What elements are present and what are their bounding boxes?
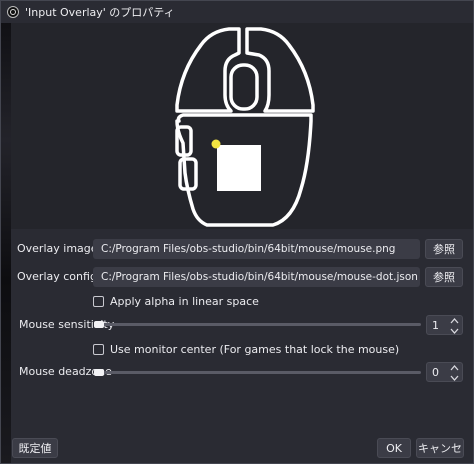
- mouse-wheel-outline: [229, 63, 259, 111]
- monitor-center-option[interactable]: Use monitor center (For games that lock …: [93, 343, 399, 356]
- overlay-config-browse-button[interactable]: 参照: [425, 267, 463, 287]
- mouse-sensitivity-spinbox[interactable]: 1: [426, 315, 463, 335]
- obs-logo-icon: [7, 6, 19, 18]
- chevron-up-icon[interactable]: [450, 364, 459, 372]
- mouse-sensitivity-slider[interactable]: [94, 323, 421, 326]
- title-bar: 'Input Overlay' のプロパティ: [1, 1, 473, 23]
- mouse-deadzone-value: 0: [432, 366, 439, 379]
- apply-alpha-checkbox[interactable]: [93, 296, 104, 307]
- chevron-up-icon[interactable]: [450, 317, 459, 325]
- overlay-preview: [11, 23, 473, 229]
- cancel-button[interactable]: キャンセル: [416, 438, 464, 463]
- mouse-deadzone-slider[interactable]: [94, 371, 421, 374]
- overlay-image-path-field[interactable]: C:/Program Files/obs-studio/bin/64bit/mo…: [93, 239, 420, 259]
- monitor-center-label: Use monitor center (For games that lock …: [110, 343, 400, 356]
- window-title: 'Input Overlay' のプロパティ: [25, 6, 175, 19]
- mouse-overlay-icon: [175, 27, 315, 227]
- chevron-down-icon[interactable]: [450, 327, 459, 335]
- chevron-down-icon[interactable]: [450, 374, 459, 382]
- spin-arrows: [450, 364, 459, 382]
- mouse-cursor-dot: [211, 139, 221, 149]
- ok-button[interactable]: OK: [377, 438, 411, 458]
- monitor-center-checkbox[interactable]: [93, 344, 104, 355]
- overlay-image-browse-button[interactable]: 参照: [425, 239, 463, 259]
- apply-alpha-option[interactable]: Apply alpha in linear space: [93, 295, 259, 308]
- mouse-deadzone-slider-handle[interactable]: [94, 369, 104, 376]
- properties-dialog: 'Input Overlay' のプロパティ Overlay image fil…: [0, 0, 474, 464]
- background-edge: [1, 1, 11, 463]
- defaults-button[interactable]: 既定値: [12, 438, 58, 458]
- overlay-config-path-field[interactable]: C:/Program Files/obs-studio/bin/64bit/mo…: [93, 267, 420, 287]
- mouse-deadzone-spinbox[interactable]: 0: [426, 362, 463, 382]
- spin-arrows: [450, 317, 459, 335]
- mouse-position-square: [217, 145, 261, 191]
- apply-alpha-label: Apply alpha in linear space: [110, 295, 259, 308]
- mouse-sensitivity-slider-handle[interactable]: [94, 321, 104, 328]
- mouse-sensitivity-value: 1: [432, 319, 439, 332]
